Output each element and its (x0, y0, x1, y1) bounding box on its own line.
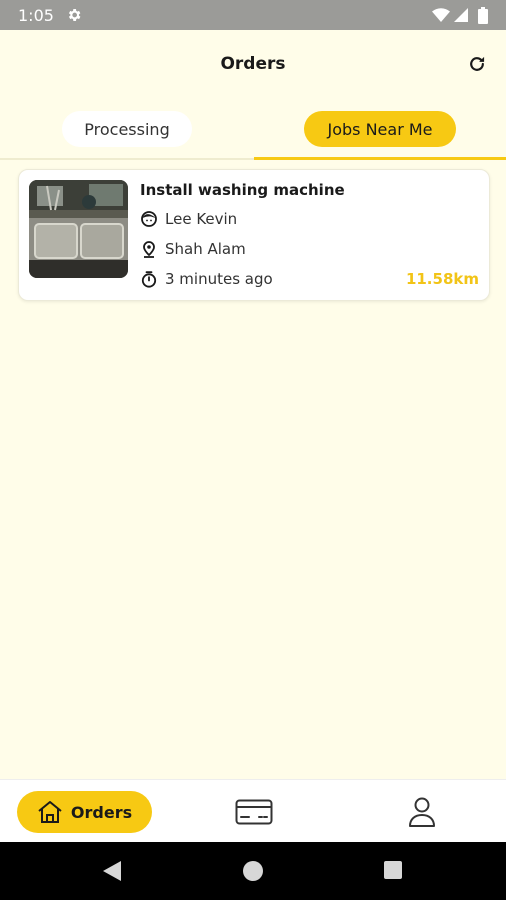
back-icon[interactable] (102, 860, 122, 882)
refresh-button[interactable] (466, 53, 488, 75)
system-navigation-bar (0, 842, 506, 900)
signal-icon (454, 8, 468, 22)
battery-icon (478, 7, 488, 24)
order-customer: Lee Kevin (140, 210, 237, 228)
nav-orders-button[interactable]: Orders (17, 791, 152, 833)
tab-jobs-near-me[interactable]: Jobs Near Me (304, 111, 456, 147)
status-bar: 1:05 (0, 0, 506, 30)
user-icon (409, 797, 435, 827)
nav-payments-button[interactable] (235, 799, 273, 825)
order-time: 3 minutes ago (140, 270, 273, 288)
page-title: Orders (220, 54, 286, 74)
recents-square-icon[interactable] (384, 861, 402, 879)
location-name: Shah Alam (165, 240, 246, 258)
order-distance: 11.58km (405, 270, 479, 288)
card-icon (235, 799, 273, 825)
tab-processing[interactable]: Processing (62, 111, 192, 147)
customer-name: Lee Kevin (165, 210, 238, 228)
bottom-nav: Orders (0, 779, 506, 842)
order-location: Shah Alam (140, 240, 246, 258)
person-face-icon (140, 210, 158, 228)
nav-profile-button[interactable] (408, 796, 436, 828)
order-title: Install washing machine (140, 181, 345, 199)
wifi-icon (432, 8, 450, 22)
home-icon (38, 801, 62, 823)
home-circle-icon[interactable] (243, 861, 263, 881)
nav-orders-label: Orders (70, 802, 133, 822)
status-time: 1:05 (18, 6, 54, 25)
active-tab-indicator (254, 157, 506, 160)
time-ago: 3 minutes ago (165, 270, 273, 288)
location-pin-icon (140, 240, 158, 258)
refresh-icon (470, 56, 485, 71)
timer-icon (140, 270, 158, 288)
settings-gear-icon (68, 9, 81, 21)
order-thumbnail (29, 180, 128, 278)
app-header: Orders (0, 30, 506, 100)
order-card[interactable]: Install washing machine Lee Kevin Shah A… (18, 169, 490, 301)
order-tabs: Processing Jobs Near Me (0, 100, 506, 160)
